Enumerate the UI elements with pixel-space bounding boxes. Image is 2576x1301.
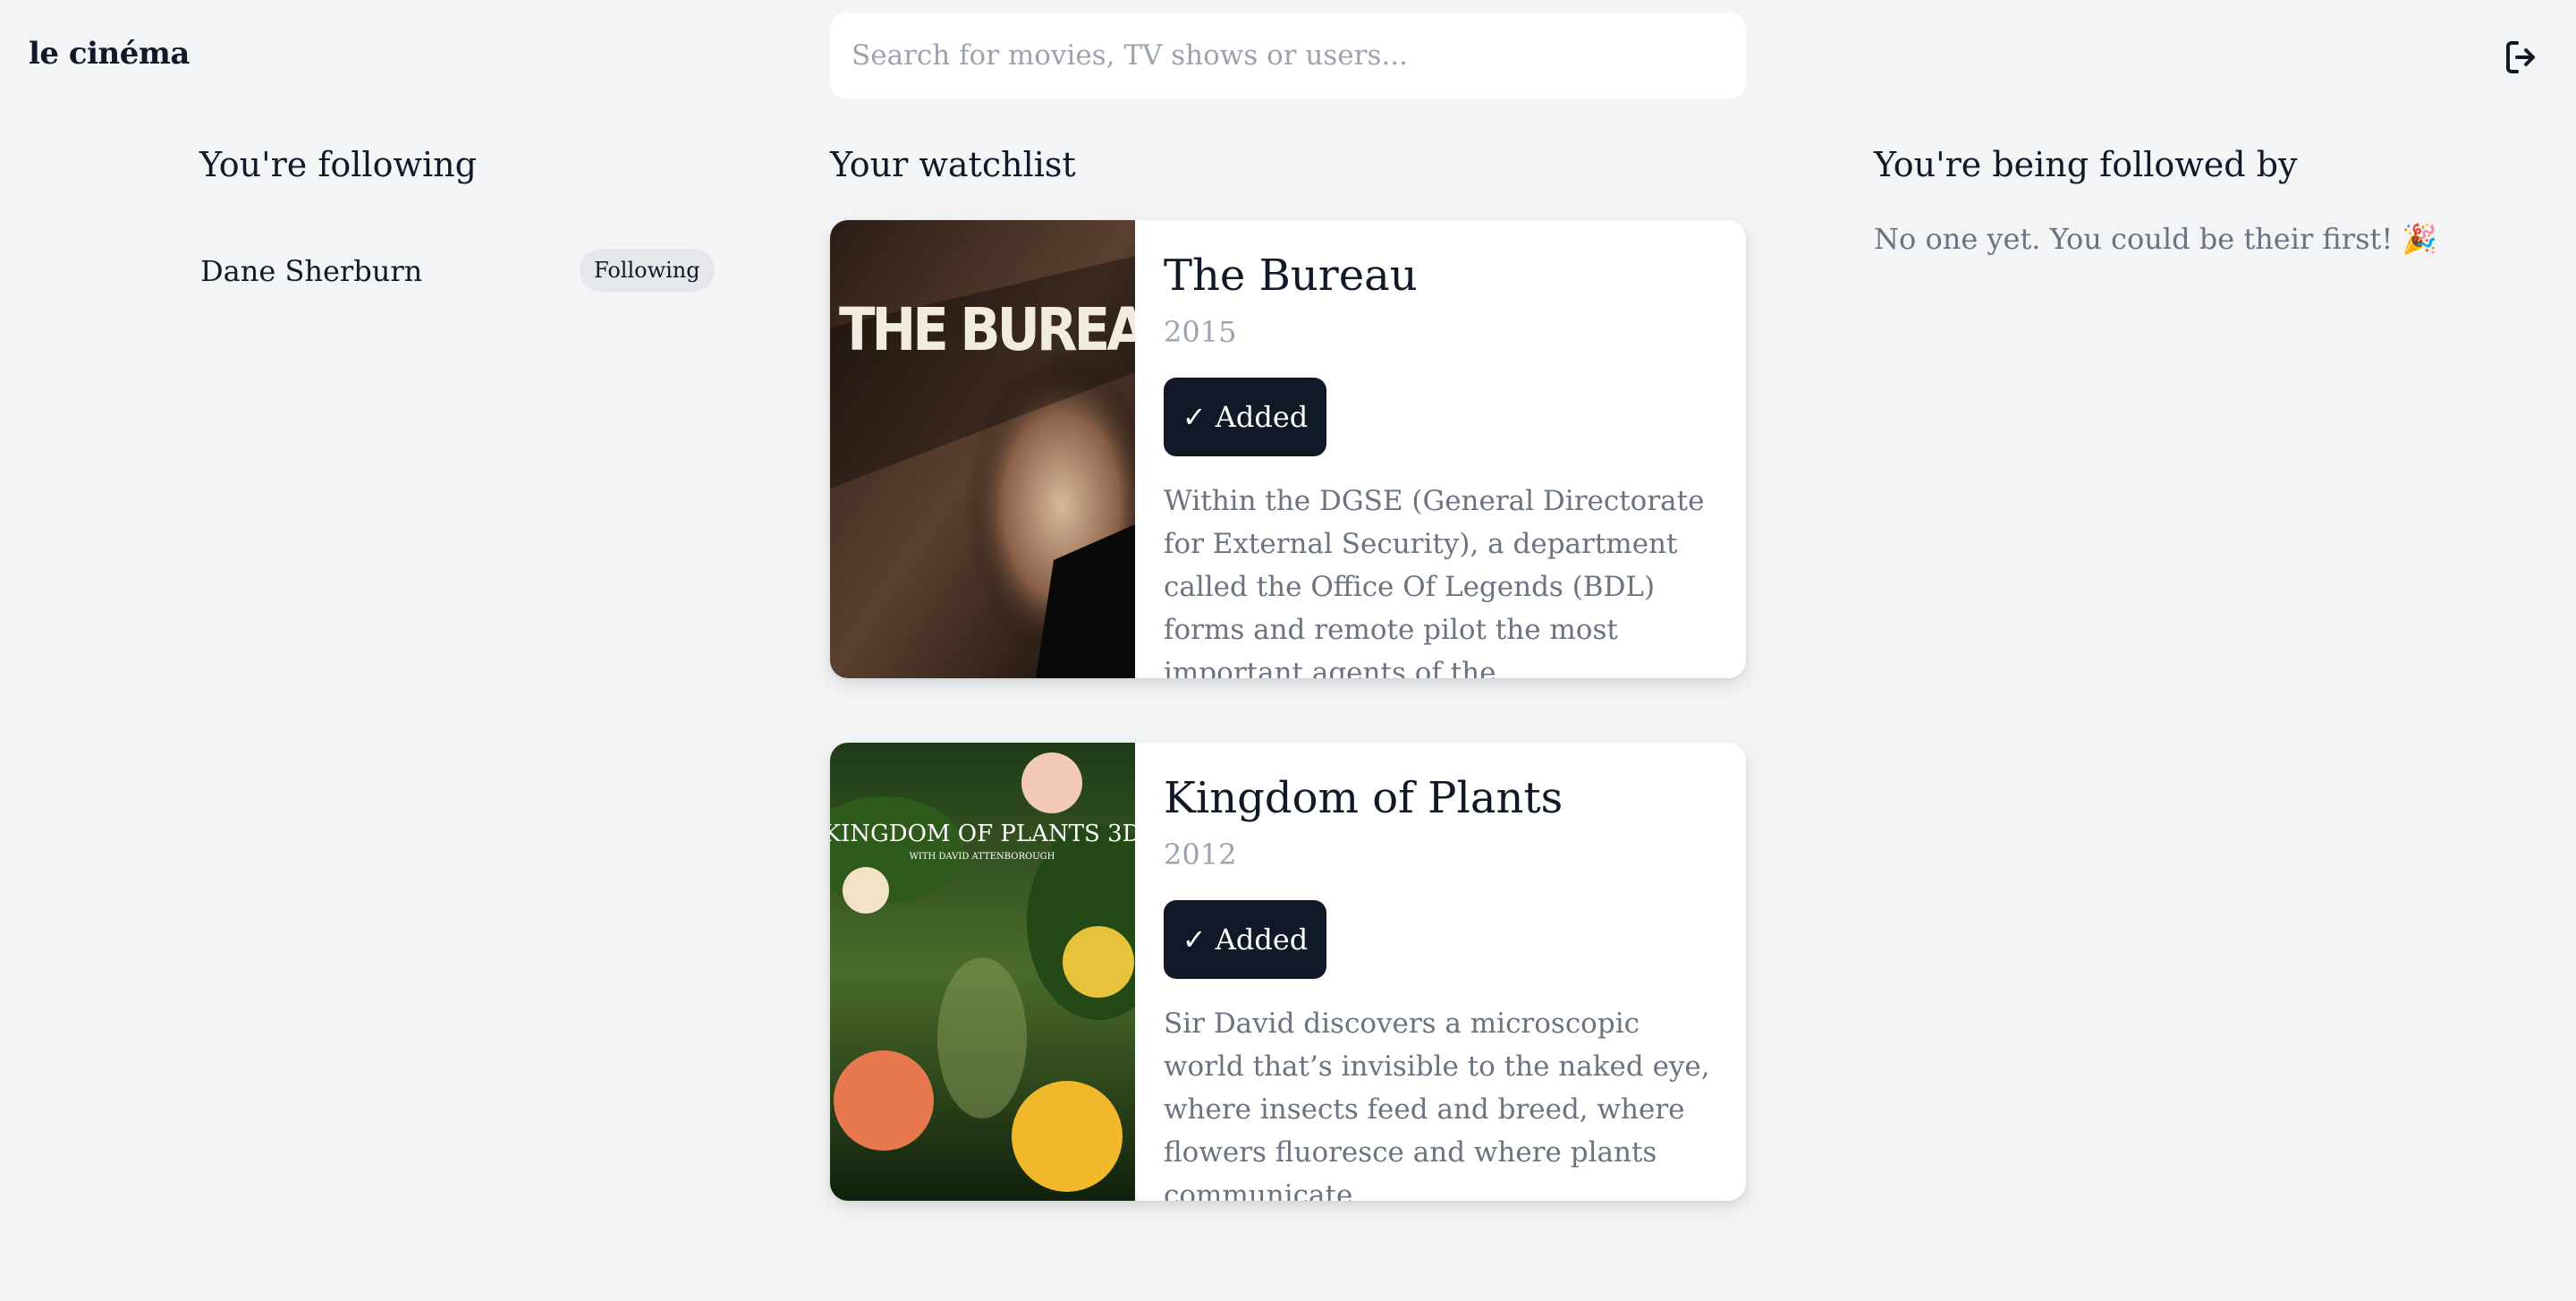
followers-title: You're being followed by (1874, 145, 2298, 184)
following-user-name[interactable]: Dane Sherburn (200, 254, 422, 288)
logout-button[interactable] (2501, 36, 2544, 79)
added-button[interactable]: ✓ Added (1164, 378, 1326, 456)
top-bar: le cinéma (0, 0, 2576, 111)
watchlist-title: Your watchlist (830, 145, 1076, 184)
watchlist-card[interactable]: THE BUREAU The Bureau 2015 ✓ Added Withi… (830, 220, 1746, 678)
movie-description: Within the DGSE (General Directorate for… (1164, 485, 1705, 678)
poster-text: KINGDOM OF PLANTS 3D (830, 821, 1135, 847)
search-input[interactable] (830, 13, 1746, 98)
following-status-badge[interactable]: Following (580, 249, 715, 292)
poster-image: KINGDOM OF PLANTS 3D WITH DAVID ATTENBOR… (830, 743, 1135, 1201)
site-logo[interactable]: le cinéma (29, 36, 190, 72)
watchlist-card[interactable]: KINGDOM OF PLANTS 3D WITH DAVID ATTENBOR… (830, 743, 1746, 1201)
added-button[interactable]: ✓ Added (1164, 900, 1326, 979)
following-user-row: Dane Sherburn Following (200, 245, 715, 295)
following-list: Dane Sherburn Following (200, 245, 715, 295)
movie-year: 2015 (1164, 315, 1237, 349)
poster-text: THE BUREAU (839, 295, 1135, 364)
logout-icon (2506, 41, 2535, 73)
following-title: You're following (199, 145, 477, 184)
movie-year: 2012 (1164, 838, 1237, 872)
poster-subtext: WITH DAVID ATTENBOROUGH (910, 852, 1055, 862)
movie-title[interactable]: Kingdom of Plants (1164, 773, 1563, 823)
movie-title[interactable]: The Bureau (1164, 251, 1418, 301)
poster-image: THE BUREAU (830, 220, 1135, 678)
movie-description: Sir David discovers a microscopic world … (1164, 1008, 1710, 1201)
followers-empty-message: No one yet. You could be their first! 🎉 (1874, 222, 2438, 256)
